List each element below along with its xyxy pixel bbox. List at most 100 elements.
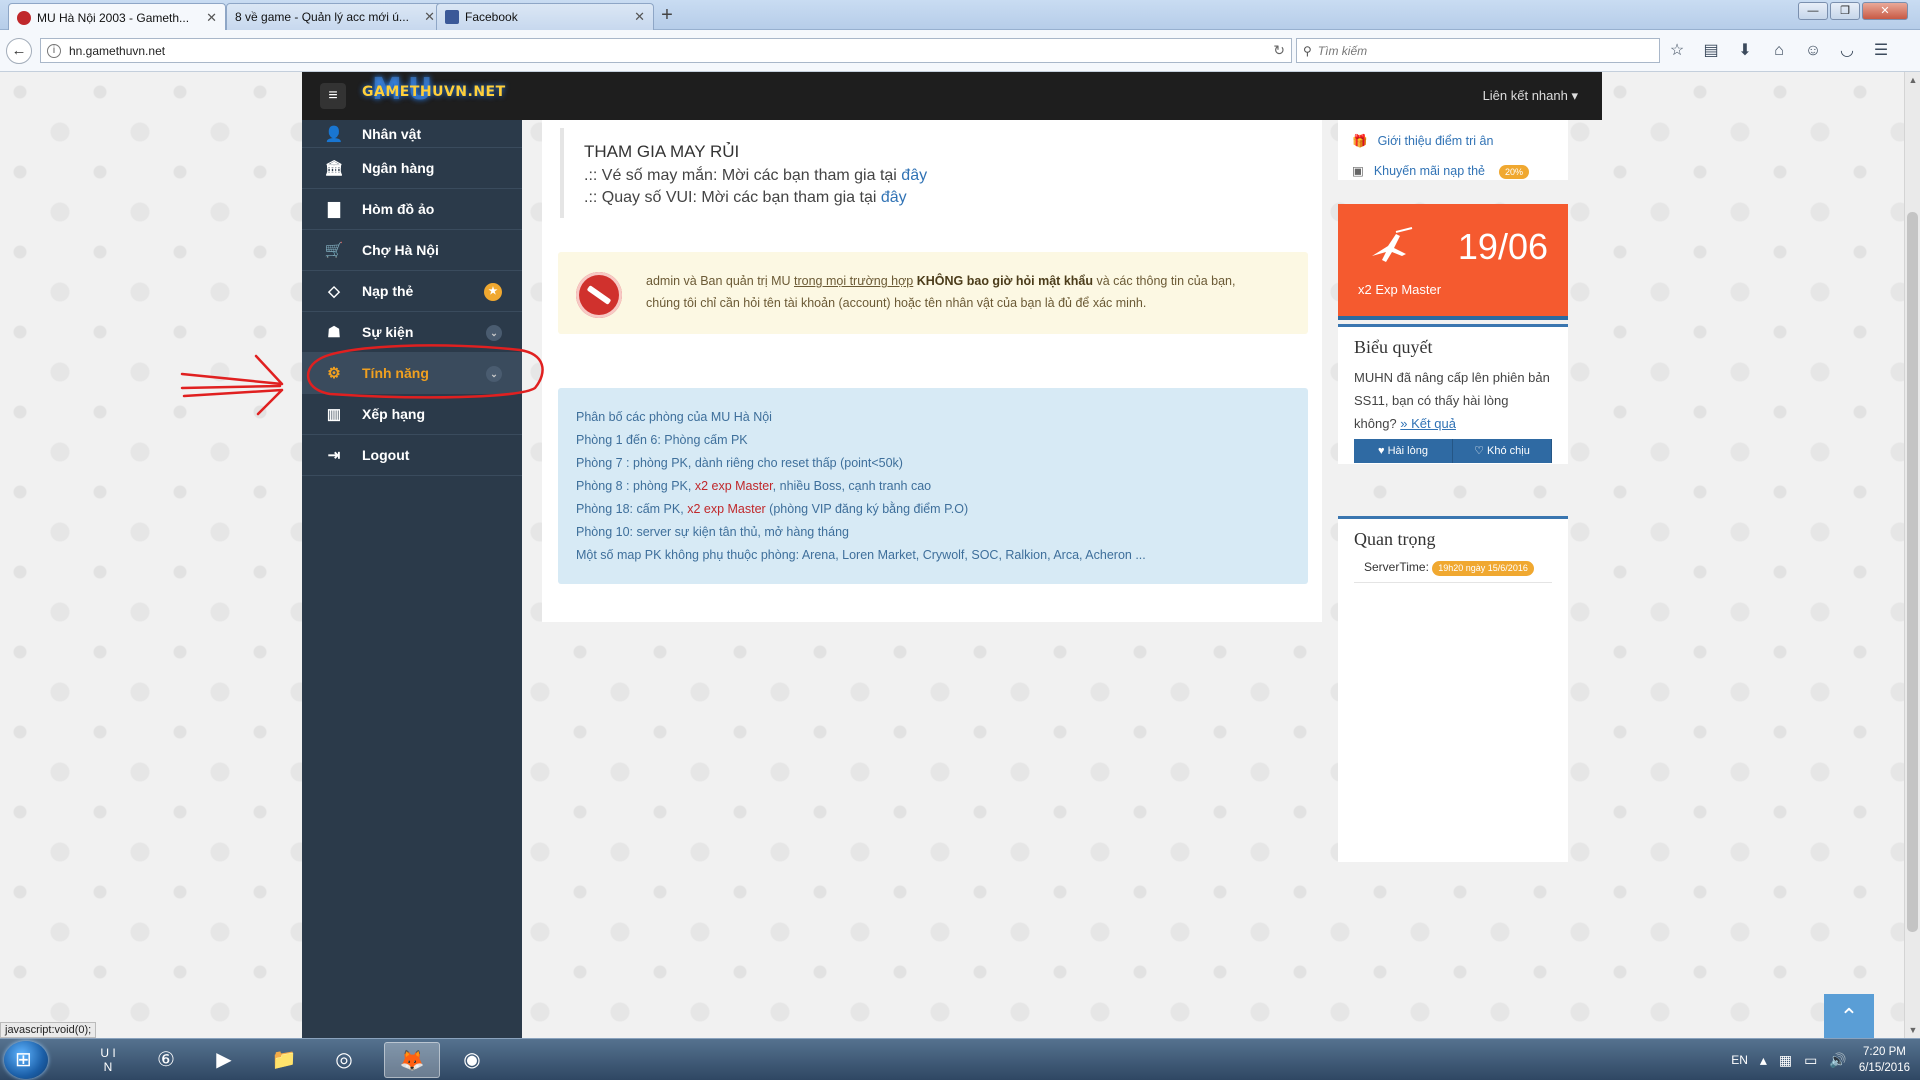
facebook-favicon-icon [445, 10, 459, 24]
unikey-icon[interactable]: U IN [80, 1042, 136, 1078]
maximize-button[interactable]: ❐ [1830, 2, 1860, 20]
sidebar-item-label: Nạp thẻ [362, 283, 414, 299]
minimize-button[interactable]: — [1798, 2, 1828, 20]
hamburger-menu-icon[interactable]: ≡ [320, 83, 346, 109]
firefox-icon[interactable]: 🦊 [384, 1042, 440, 1078]
language-indicator[interactable]: EN [1731, 1053, 1748, 1067]
sidebar-item-label: Chợ Hà Nội [362, 242, 439, 258]
sidebar-item-hom-do-ao[interactable]: ▇ Hòm đồ ảo [302, 189, 522, 230]
bank-icon: 🏛 [324, 160, 344, 177]
sidebar-item-label: Hòm đồ ảo [362, 201, 435, 217]
chevron-down-icon[interactable]: ⌄ [486, 366, 502, 382]
sidebar-item-label: Sự kiện [362, 324, 414, 340]
logo-text: GAMETHUVN.NET [362, 84, 506, 100]
clock[interactable]: 7:20 PM 6/15/2016 [1859, 1044, 1910, 1076]
room-info-line: Phòng 1 đến 6: Phòng cấm PK [576, 433, 748, 447]
sidebar-item-ngan-hang[interactable]: 🏛 Ngân hàng [302, 148, 522, 189]
search-icon: ⚲ [1303, 43, 1312, 58]
url-text: hn.gamethuvn.net [69, 43, 166, 58]
tab-title: 8 về game - Quản lý acc mới ú... [235, 10, 409, 24]
bookmark-star-icon[interactable]: ☆ [1666, 40, 1688, 62]
page-scrollbar[interactable]: ▲ ▼ [1904, 72, 1920, 1038]
sidebar-item-xep-hang[interactable]: ▥ Xếp hạng [302, 394, 522, 435]
tab-facebook[interactable]: Facebook ✕ [436, 3, 654, 30]
ranking-icon: ▥ [326, 406, 342, 423]
garena-icon[interactable]: ⑥ [138, 1042, 194, 1078]
vote-unsatisfied-button[interactable]: ♡ Khó chịu [1453, 439, 1552, 463]
download-icon[interactable]: ⬇ [1734, 40, 1756, 62]
search-input[interactable]: ⚲ Tìm kiếm [1296, 38, 1660, 63]
volume-icon[interactable]: 🔊 [1829, 1052, 1846, 1069]
reading-list-icon[interactable]: ▤ [1700, 40, 1722, 62]
room-text: , nhiều Boss, cạnh tranh cao [772, 479, 932, 493]
promo-link-khuyen-mai[interactable]: ▣ Khuyến mãi nạp thẻ 20% [1352, 156, 1568, 186]
site-logo[interactable]: MU GAMETHUVN.NET [362, 72, 506, 107]
home-icon[interactable]: ⌂ [1768, 40, 1790, 62]
sidebar-item-nap-the[interactable]: ◇ Nạp thẻ ★ [302, 271, 522, 312]
lucky-spin-link[interactable]: đây [881, 189, 907, 206]
no-entry-icon [576, 272, 622, 318]
room-highlight: x2 exp Master [687, 502, 766, 516]
tab-quan-ly-acc[interactable]: 8 về game - Quản lý acc mới ú... ✕ [226, 3, 444, 30]
url-bar[interactable]: i hn.gamethuvn.net ↻ [40, 38, 1292, 63]
cart-icon: 🛒 [324, 242, 344, 259]
event-icon: ☗ [327, 324, 341, 341]
room-highlight: x2 exp Master [694, 479, 773, 493]
launcher-icon[interactable]: ◎ [316, 1042, 372, 1078]
back-to-top-button[interactable]: ⌃ [1824, 994, 1874, 1038]
sidebar-item-label: Xếp hạng [362, 406, 426, 422]
warning-text: admin và Ban quản trị MU [646, 274, 794, 288]
sidebar-item-logout[interactable]: ⇥ Logout [302, 435, 522, 476]
gears-icon: ⚙ [327, 365, 341, 382]
monitor-icon[interactable]: ▭ [1804, 1052, 1817, 1069]
file-explorer-icon[interactable]: 📁 [256, 1042, 312, 1078]
tab-close-icon[interactable]: ✕ [634, 9, 645, 25]
room-info-line: Một số map PK không phụ thuộc phòng: Are… [576, 548, 1146, 562]
scrollbar-thumb[interactable] [1907, 212, 1918, 932]
server-time: ServerTime: 19h20 ngày 15/6/2016 [1354, 560, 1552, 583]
exp-event-tile[interactable]: 19/06 x2 Exp Master [1338, 204, 1568, 320]
pocket-icon[interactable]: ◡ [1836, 40, 1858, 62]
search-placeholder: Tìm kiếm [1317, 43, 1368, 58]
sidebar-item-label: Tính năng [362, 365, 429, 381]
media-player-icon[interactable]: ▶ [196, 1042, 252, 1078]
security-warning: admin và Ban quản trị MU trong mọi trườn… [558, 252, 1308, 334]
promo-link-label: Giới thiệu điểm tri ân [1377, 134, 1494, 148]
sidebar-item-su-kien[interactable]: ☗ Sự kiện ⌄ [302, 312, 522, 353]
reload-icon[interactable]: ↻ [1273, 42, 1285, 59]
room-info-line: Phòng 18: cấm PK, x2 exp Master (phòng V… [576, 498, 1308, 521]
sidebar-item-label: Nhân vật [362, 125, 422, 142]
site-header: ≡ MU GAMETHUVN.NET Liên kết nhanh ▾ [302, 72, 1602, 120]
chevron-down-icon[interactable]: ⌄ [486, 325, 502, 341]
lottery-link[interactable]: đây [901, 167, 927, 184]
sidebar: 👤 Nhân vật 🏛 Ngân hàng ▇ Hòm đồ ảo 🛒 Chợ… [302, 120, 522, 1038]
new-tab-button[interactable]: + [655, 5, 679, 27]
back-button[interactable]: ← [6, 38, 32, 64]
sidebar-item-cho-ha-noi[interactable]: 🛒 Chợ Hà Nội [302, 230, 522, 271]
poll-buttons: ♥ Hài lòng ♡ Khó chịu [1354, 439, 1552, 463]
mu-game-icon[interactable]: ◉ [444, 1042, 500, 1078]
scroll-up-icon[interactable]: ▲ [1905, 72, 1920, 88]
scroll-down-icon[interactable]: ▼ [1905, 1022, 1920, 1038]
tray-arrow-icon[interactable]: ▴ [1760, 1052, 1767, 1069]
chat-icon[interactable]: ☺ [1802, 40, 1824, 62]
poll-question: MUHN đã nâng cấp lên phiên bản SS11, bạn… [1354, 366, 1554, 435]
poll-results-link[interactable]: » Kết quả [1400, 416, 1456, 431]
tab-close-icon[interactable]: ✕ [206, 10, 217, 26]
promo-link-tri-an[interactable]: 🎁 Giới thiệu điểm tri ân [1352, 126, 1568, 156]
start-button[interactable] [4, 1041, 48, 1079]
money-icon: ▣ [1352, 164, 1364, 178]
tab-close-icon[interactable]: ✕ [424, 9, 435, 25]
vote-satisfied-button[interactable]: ♥ Hài lòng [1354, 439, 1453, 463]
sidebar-item-tinh-nang[interactable]: ⚙ Tính năng ⌄ [302, 353, 522, 394]
menu-icon[interactable]: ☰ [1870, 40, 1892, 62]
promo-link-label: Khuyến mãi nạp thẻ [1373, 164, 1486, 178]
network-icon[interactable]: ▦ [1779, 1052, 1792, 1069]
site-info-icon[interactable]: i [47, 43, 61, 58]
warrior-icon [1372, 227, 1413, 262]
status-bar-link: javascript:void(0); [0, 1022, 97, 1038]
quick-links-dropdown[interactable]: Liên kết nhanh ▾ [1483, 88, 1578, 104]
close-window-button[interactable]: ✕ [1862, 2, 1908, 20]
tab-mu-hanoi[interactable]: MU Hà Nội 2003 - Gameth... ✕ [8, 3, 226, 31]
sidebar-item-nhan-vat[interactable]: 👤 Nhân vật [302, 120, 522, 148]
